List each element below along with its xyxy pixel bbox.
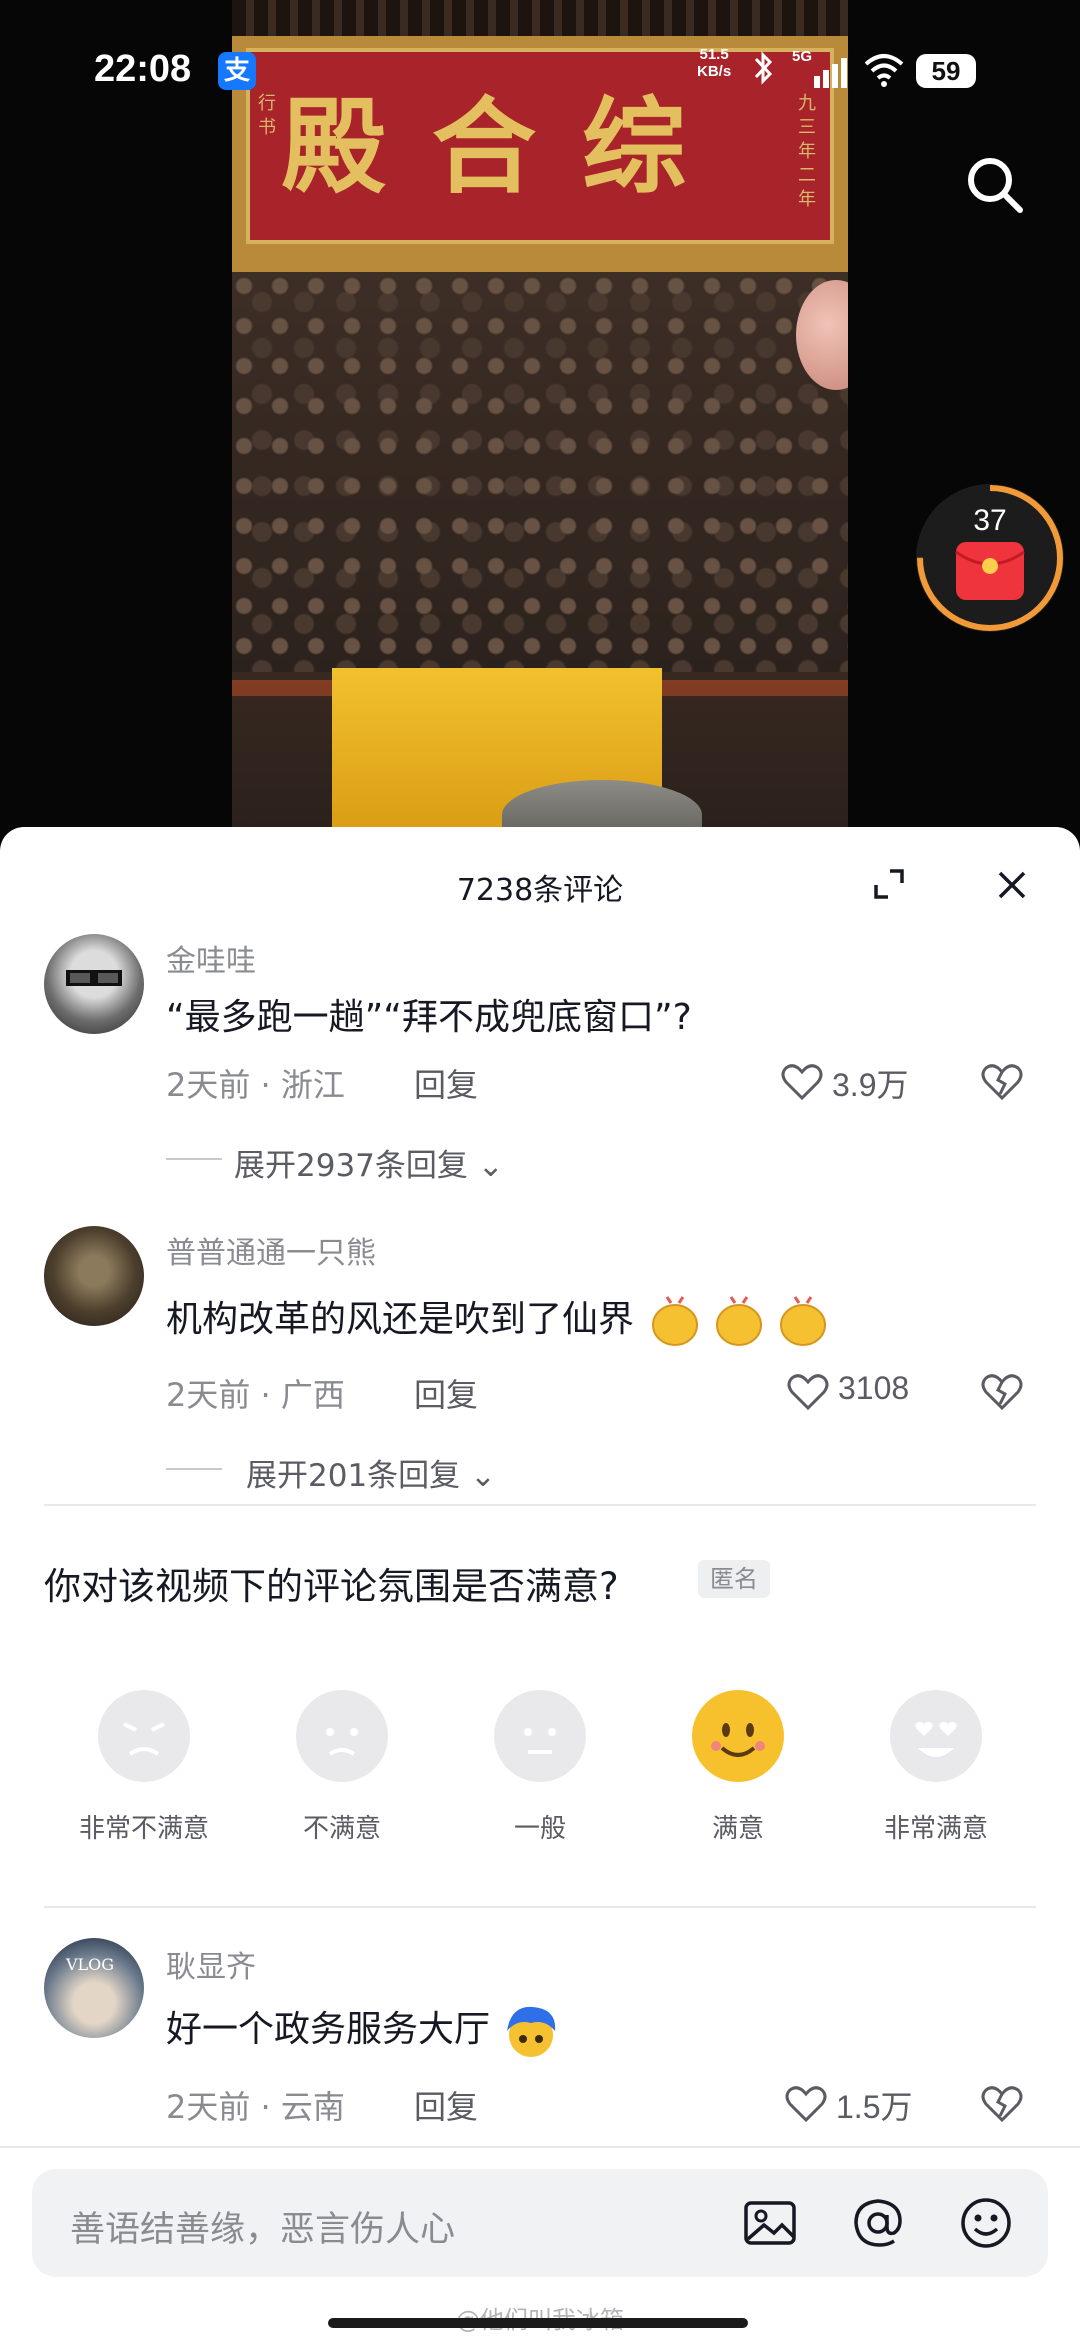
search-icon[interactable] [960, 150, 1030, 220]
comment-input[interactable]: 善语结善缘，恶言伤人心 [32, 2169, 1048, 2277]
thread-line [166, 1468, 222, 1470]
alipay-icon: 支 [218, 52, 256, 90]
broken-heart-icon[interactable] [980, 2084, 1024, 2124]
comment-time-location: 2天前 · 云南 [166, 2088, 345, 2126]
image-icon[interactable] [742, 2195, 798, 2251]
expand-replies-label: 展开2937条回复 [234, 1148, 468, 1184]
broken-heart-icon[interactable] [980, 1372, 1024, 1412]
rating-label: 一般 [513, 1814, 566, 1844]
rating-label: 满意 [711, 1814, 764, 1844]
rating-label: 不满意 [302, 1814, 381, 1844]
divider [44, 1906, 1036, 1908]
comment-time-location: 2天前 · 浙江 [166, 1066, 345, 1104]
fullscreen-icon[interactable] [872, 867, 906, 901]
red-packet-count: 37 [973, 504, 1007, 537]
like-count: 3.9万 [832, 1067, 909, 1103]
comment-input-placeholder: 善语结善缘，恶言伤人心 [70, 2210, 456, 2250]
expand-replies-button[interactable]: 展开201条回复 ⌄ [246, 1450, 496, 1495]
comment-author[interactable]: 耿显齐 [166, 1942, 256, 1986]
avatar-logo-text: VLOG [65, 1955, 114, 1974]
rating-satisfied[interactable]: 满意 [648, 1690, 828, 1845]
rating-very-dissatisfied[interactable]: 非常不满意 [54, 1690, 234, 1845]
comment-text-row: 好一个政务服务大厅 [166, 2000, 561, 2061]
avatar[interactable] [44, 1226, 144, 1326]
signal-icon [814, 58, 847, 88]
comment-text: 机构改革的风还是吹到了仙界 [166, 1299, 635, 1340]
comment-count-title: 7238条评论 [456, 873, 624, 908]
rating-neutral[interactable]: 一般 [450, 1690, 630, 1845]
comment-text: “最多跑一趟”“拜不成兜底窗口”? [166, 997, 692, 1038]
heart-icon[interactable] [780, 1062, 824, 1102]
network-speed: 51.5 KB/s [697, 46, 731, 80]
like-count: 3108 [838, 1370, 910, 1406]
reply-button[interactable]: 回复 [414, 1060, 478, 1106]
comment-text: 好一个政务服务大厅 [166, 2009, 491, 2050]
temple-roof [232, 0, 848, 40]
chevron-down-icon: ⌄ [470, 1458, 497, 1494]
angry-face-icon [98, 1690, 190, 1782]
smiling-face-icon [692, 1690, 784, 1782]
plaque-side-text-right: 九三年二年 [798, 93, 816, 210]
comment-text-row: 机构改革的风还是吹到了仙界 [166, 1290, 835, 1349]
broken-heart-icon[interactable] [980, 1062, 1024, 1102]
rating-dissatisfied[interactable]: 不满意 [252, 1690, 432, 1845]
clapping-hands-icon [645, 1296, 835, 1346]
heart-icon[interactable] [784, 2084, 828, 2124]
video-player[interactable]: 行书 九三年二年 殿合综 [232, 0, 848, 840]
expand-replies-button[interactable]: 展开2937条回复 ⌄ [234, 1140, 504, 1185]
expand-replies-label: 展开201条回复 [246, 1458, 461, 1494]
status-time: 22:08 [94, 48, 192, 90]
survey-question: 你对该视频下的评论氛围是否满意? [44, 1565, 619, 1608]
heart-icon[interactable] [786, 1372, 830, 1412]
rating-label: 非常不满意 [78, 1814, 209, 1844]
avatar[interactable] [44, 934, 144, 1034]
battery-indicator: 59 [916, 54, 976, 88]
divider [44, 1504, 1036, 1506]
network-type: 5G [792, 48, 813, 65]
home-indicator[interactable] [328, 2318, 748, 2328]
neutral-face-icon [494, 1690, 586, 1782]
statue-wall [232, 272, 848, 672]
rating-label: 非常满意 [883, 1814, 988, 1844]
bluetooth-icon [752, 50, 776, 94]
thread-line [166, 1158, 222, 1160]
reply-button[interactable]: 回复 [414, 2082, 478, 2128]
like-count: 1.5万 [836, 2089, 913, 2125]
close-icon[interactable] [994, 867, 1030, 903]
plaque-title: 殿合综 [281, 85, 732, 208]
chevron-down-icon: ⌄ [477, 1148, 504, 1184]
unhappy-face-icon [296, 1690, 388, 1782]
avatar[interactable]: VLOG [44, 1938, 144, 2038]
emoji-icon[interactable] [958, 2195, 1014, 2251]
net-speed-value: 51.5 [699, 46, 729, 63]
net-speed-unit: KB/s [697, 63, 732, 80]
rating-very-satisfied[interactable]: 非常满意 [846, 1690, 1026, 1845]
divider [0, 2146, 1080, 2148]
reply-button[interactable]: 回复 [414, 1370, 478, 1416]
wifi-icon [864, 54, 904, 87]
comment-time-location: 2天前 · 广西 [166, 1376, 345, 1414]
comment-author[interactable]: 金哇哇 [166, 936, 256, 980]
heart-eyes-face-icon [890, 1690, 982, 1782]
blue-hair-face-icon [501, 2006, 561, 2057]
comment-author[interactable]: 普普通通一只熊 [166, 1228, 376, 1272]
anonymous-tag: 匿名 [698, 1560, 770, 1598]
mention-icon[interactable] [850, 2195, 906, 2251]
